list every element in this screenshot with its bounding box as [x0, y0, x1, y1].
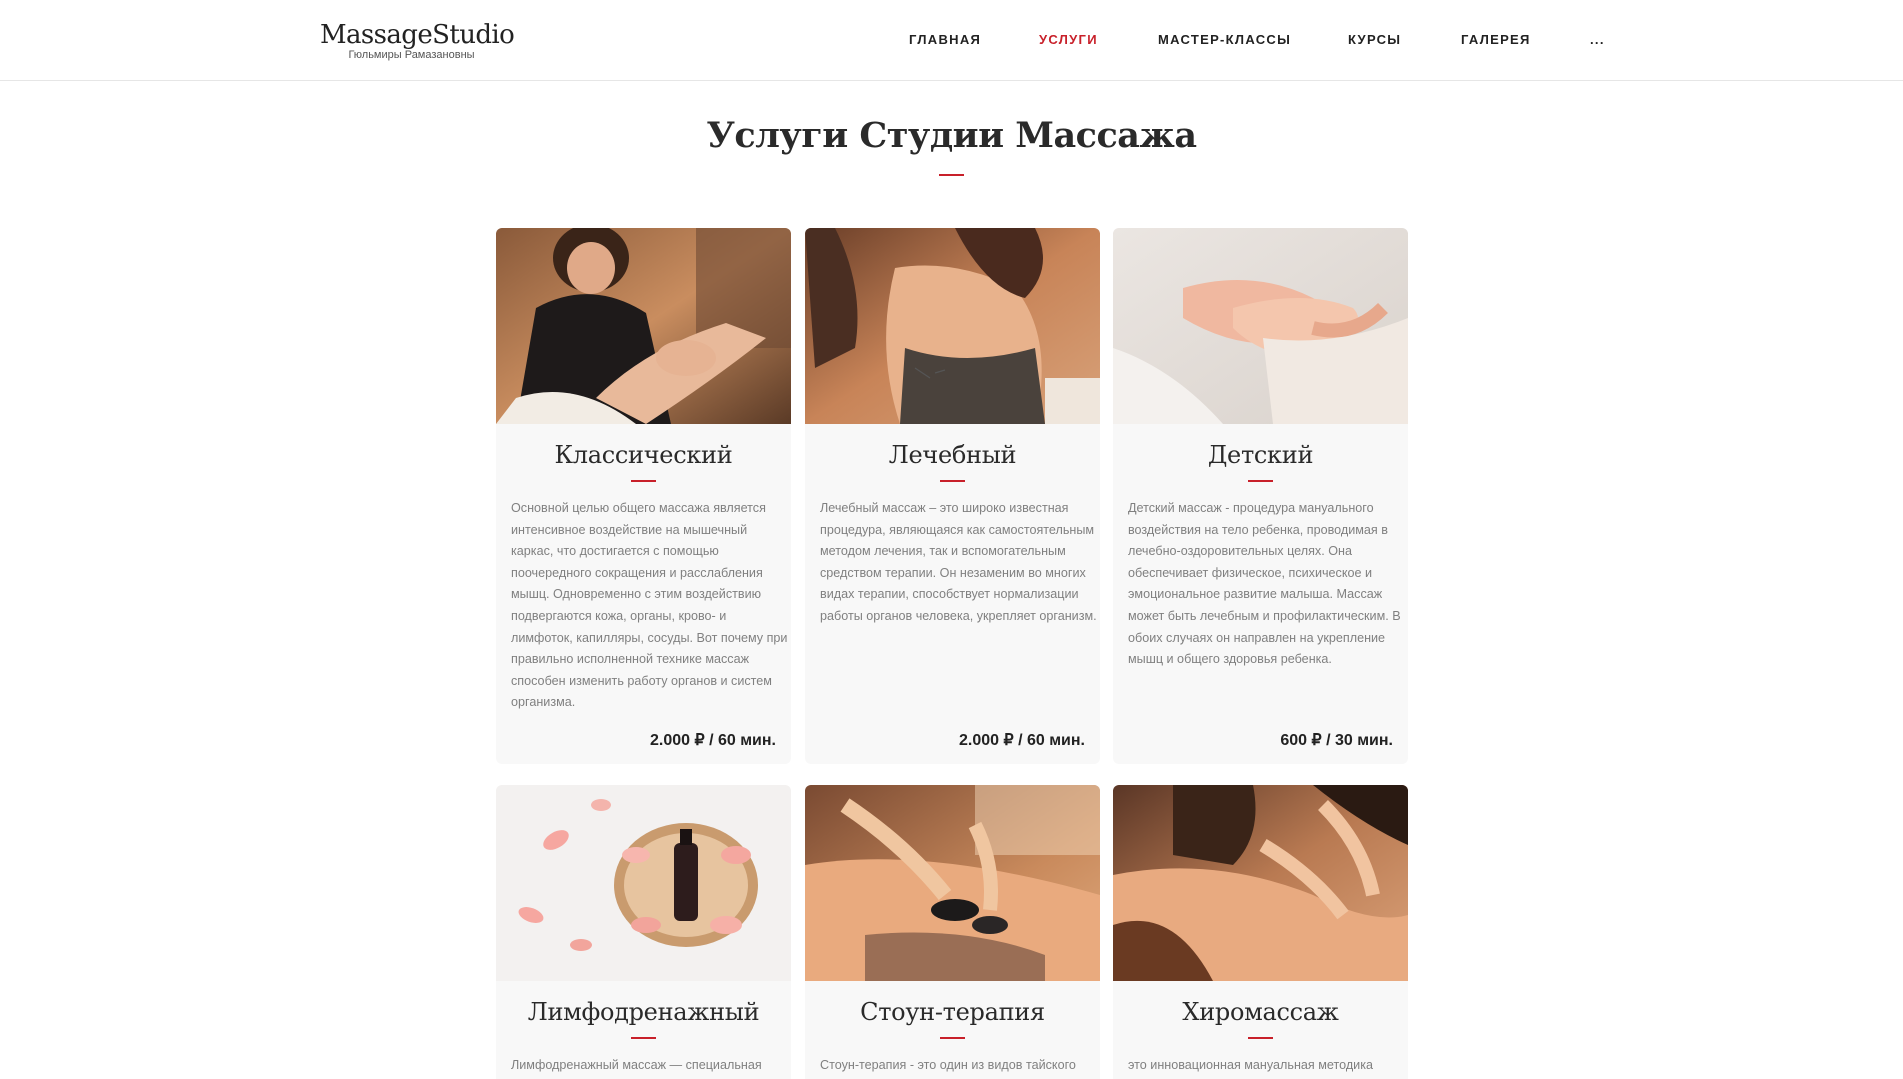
service-image-chiromassage	[1113, 785, 1408, 981]
nav-item-courses[interactable]: КУРСЫ	[1348, 32, 1401, 47]
service-description: Детский массаж - процедура мануального в…	[1128, 501, 1401, 667]
nav-item-services[interactable]: УСЛУГИ	[1039, 32, 1098, 47]
service-name: Классический	[554, 441, 733, 469]
service-card-lymphatic[interactable]: Лимфодренажный Лимфодренажный массаж — с…	[496, 785, 791, 1079]
service-divider	[940, 1037, 965, 1039]
service-image-stone-therapy	[805, 785, 1100, 981]
service-card-stone-therapy[interactable]: Стоун-терапия Стоун-терапия - это один и…	[805, 785, 1100, 1079]
nav-item-home[interactable]: ГЛАВНАЯ	[909, 32, 981, 47]
service-image-classic	[496, 228, 791, 424]
page-title: Услуги Студии Массажа	[706, 115, 1197, 156]
service-image-therapeutic	[805, 228, 1100, 424]
service-description: Основной целью общего массажа является и…	[511, 501, 788, 710]
service-image-children	[1113, 228, 1408, 424]
nav-item-gallery[interactable]: ГАЛЕРЕЯ	[1461, 32, 1531, 47]
service-divider	[940, 480, 965, 482]
service-divider	[1248, 480, 1273, 482]
service-description: Стоун-терапия - это один из видов тайско…	[820, 1058, 1076, 1072]
service-price: 2.000 ₽ / 60 мин.	[958, 732, 1085, 749]
service-divider	[631, 1037, 656, 1039]
service-divider	[631, 480, 656, 482]
service-name: Лечебный	[888, 441, 1017, 469]
service-price: 600 ₽ / 30 мин.	[1280, 732, 1393, 749]
service-description: Лимфодренажный массаж — специальная	[511, 1058, 762, 1072]
service-card-classic[interactable]: Классический Основной целью общего масса…	[496, 228, 791, 764]
site-header: MassageStudio Гюльмиры Рамазановны ГЛАВН…	[0, 0, 1903, 81]
service-name: Лимфодренажный	[527, 998, 760, 1026]
service-card-children[interactable]: Детский Детский массаж - процедура мануа…	[1113, 228, 1408, 764]
service-card-therapeutic[interactable]: Лечебный Лечебный массаж – это широко из…	[805, 228, 1100, 764]
main-nav: ГЛАВНАЯ УСЛУГИ МАСТЕР-КЛАССЫ КУРСЫ ГАЛЕР…	[0, 32, 1903, 52]
service-description: это инновационная мануальная методика	[1128, 1058, 1373, 1072]
title-divider	[939, 174, 964, 176]
service-description: Лечебный массаж – это широко известная п…	[820, 501, 1097, 623]
service-name: Стоун-терапия	[860, 998, 1045, 1026]
service-image-lymphatic	[496, 785, 791, 981]
service-price: 2.000 ₽ / 60 мин.	[649, 732, 776, 749]
service-name: Детский	[1207, 441, 1314, 469]
service-card-chiromassage[interactable]: Хиромассаж это инновационная мануальная …	[1113, 785, 1408, 1079]
nav-item-master-classes[interactable]: МАСТЕР-КЛАССЫ	[1158, 32, 1291, 47]
service-name: Хиромассаж	[1182, 998, 1339, 1026]
service-divider	[1248, 1037, 1273, 1039]
nav-item-more[interactable]: ...	[1590, 32, 1605, 47]
